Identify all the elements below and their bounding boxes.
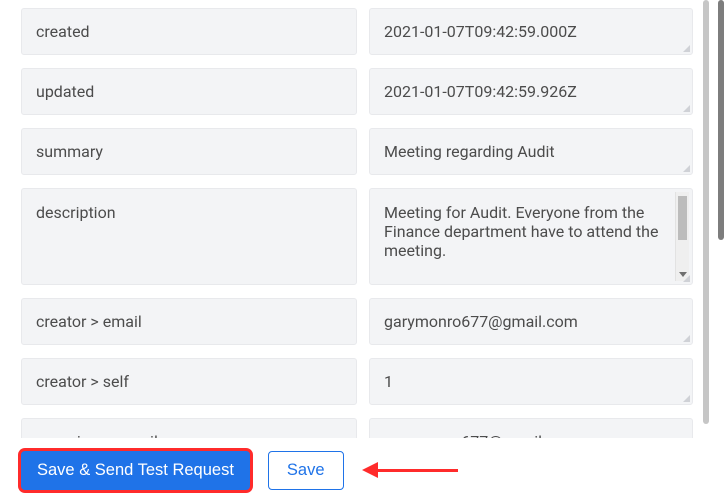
field-row-created: created 2021-01-07T09:42:59.000Z xyxy=(21,8,693,55)
field-value-input[interactable]: Meeting regarding Audit xyxy=(369,128,693,175)
textarea-scrollbar[interactable] xyxy=(675,192,689,281)
field-label: summary xyxy=(21,128,357,175)
value-text: 2021-01-07T09:42:59.926Z xyxy=(384,82,577,101)
value-text: garymonro677@gmail.com xyxy=(384,312,578,331)
label-text: created xyxy=(36,22,90,41)
field-value-input[interactable]: garymonro677@gmail.com xyxy=(369,418,693,438)
value-text: garymonro677@gmail.com xyxy=(384,432,578,438)
scrollbar-thumb[interactable] xyxy=(678,196,687,240)
value-text: 1 xyxy=(384,372,393,391)
save-button[interactable]: Save xyxy=(268,451,344,490)
field-row-description: description Meeting for Audit. Everyone … xyxy=(21,188,693,285)
save-send-test-request-button[interactable]: Save & Send Test Request xyxy=(21,451,250,490)
arrow-shaft xyxy=(376,469,458,472)
field-value-input[interactable]: 2021-01-07T09:42:59.000Z xyxy=(369,8,693,55)
field-row-summary: summary Meeting regarding Audit xyxy=(21,128,693,175)
label-text: organizer > email xyxy=(36,432,158,438)
value-text: 2021-01-07T09:42:59.000Z xyxy=(384,22,577,41)
field-value-input[interactable]: garymonro677@gmail.com xyxy=(369,298,693,345)
field-label: updated xyxy=(21,68,357,115)
footer-actions: Save & Send Test Request Save xyxy=(0,440,726,500)
field-label: description xyxy=(21,188,357,285)
field-value-input[interactable]: 1 xyxy=(369,358,693,405)
field-value-input[interactable]: 2021-01-07T09:42:59.926Z xyxy=(369,68,693,115)
field-row-organizer-email: organizer > email garymonro677@gmail.com xyxy=(21,418,693,438)
label-text: summary xyxy=(36,142,103,161)
field-label: creator > email xyxy=(21,298,357,345)
value-text: Meeting regarding Audit xyxy=(384,142,555,161)
panel-scrollbar-inner[interactable] xyxy=(703,0,709,424)
field-row-creator-email: creator > email garymonro677@gmail.com xyxy=(21,298,693,345)
field-value-textarea[interactable]: Meeting for Audit. Everyone from the Fin… xyxy=(369,188,693,285)
label-text: description xyxy=(36,203,116,222)
label-text: updated xyxy=(36,82,94,101)
form-grid: created 2021-01-07T09:42:59.000Z updated… xyxy=(21,0,693,438)
value-text: Meeting for Audit. Everyone from the Fin… xyxy=(384,203,668,260)
field-label: organizer > email xyxy=(21,418,357,438)
panel-scrollbar-outer[interactable] xyxy=(718,0,724,240)
field-label: creator > self xyxy=(21,358,357,405)
field-label: created xyxy=(21,8,357,55)
chevron-down-icon[interactable] xyxy=(679,272,687,277)
field-row-creator-self: creator > self 1 xyxy=(21,358,693,405)
field-row-updated: updated 2021-01-07T09:42:59.926Z xyxy=(21,68,693,115)
annotation-arrow-icon xyxy=(362,460,458,480)
label-text: creator > email xyxy=(36,312,142,331)
form-scroll-area: created 2021-01-07T09:42:59.000Z updated… xyxy=(0,0,726,438)
label-text: creator > self xyxy=(36,372,129,391)
